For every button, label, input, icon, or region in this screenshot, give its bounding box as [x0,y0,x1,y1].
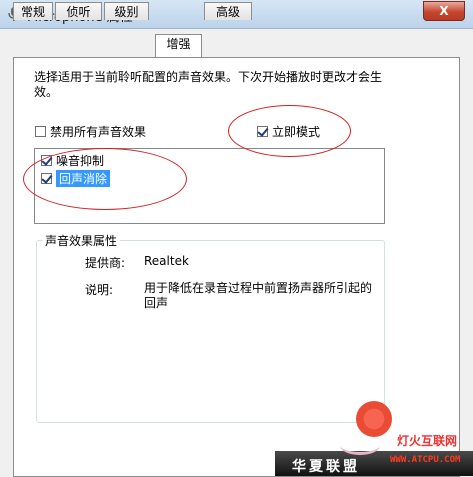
annotation-ellipse-immediate-mode [228,105,351,157]
watermark-left-text: 华夏联盟 [292,459,360,475]
watermark-site-url: WWW.ATCPU.COM [390,455,461,465]
provider-label: 提供商: [85,256,126,270]
tab-enhancements[interactable]: 增强 [155,34,202,57]
description-text: 选择适用于当前聆听配置的声音效果。下次开始播放时更改才会生效。 [34,70,383,99]
provider-value: Realtek [144,254,189,268]
close-button[interactable]: X [423,1,465,21]
tab-general[interactable]: 常规 [13,2,53,20]
watermark-logo-icon [356,401,392,437]
tab-advanced[interactable]: 高级 [204,2,252,20]
tab-levels[interactable]: 级别 [104,2,149,20]
annotation-ellipse-effects [23,148,187,210]
watermark-site-name: 灯火互联网 [397,434,458,448]
tab-listen[interactable]: 侦听 [55,2,102,20]
disable-all-effects-label: 禁用所有声音效果 [50,124,147,139]
description-value: 用于降低在录音过程中前置扬声器所引起的回声 [144,281,373,310]
watermark-swoosh-icon [340,436,380,455]
effect-properties-title: 声音效果属性 [42,232,121,249]
description-label: 说明: [85,283,114,297]
disable-all-effects-checkbox[interactable]: 禁用所有声音效果 [35,123,146,139]
checkbox-unchecked-icon [35,125,46,137]
